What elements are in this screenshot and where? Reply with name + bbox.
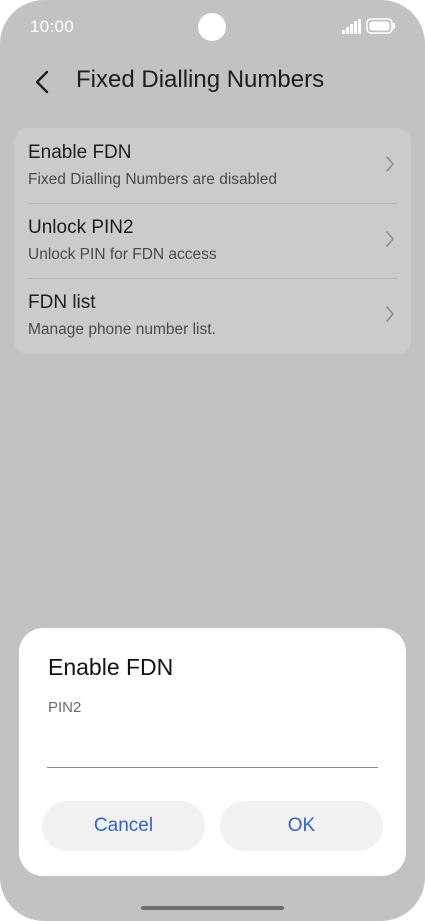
home-indicator[interactable] [141, 906, 284, 910]
pin2-input[interactable] [47, 728, 378, 768]
settings-list: Enable FDN Fixed Dialling Numbers are di… [14, 128, 411, 354]
back-button[interactable] [24, 66, 60, 98]
status-time: 10:00 [30, 17, 75, 36]
item-title: FDN list [28, 292, 96, 313]
camera-cutout [198, 13, 226, 41]
enable-fdn-dialog: Enable FDN PIN2 Cancel OK [19, 628, 406, 876]
back-arrow-icon [35, 70, 49, 94]
chevron-right-icon [386, 306, 394, 322]
app-header: Fixed Dialling Numbers [0, 54, 425, 110]
chevron-right-icon [386, 231, 394, 247]
cancel-button[interactable]: Cancel [42, 801, 205, 851]
ok-button[interactable]: OK [220, 801, 383, 851]
item-subtitle: Unlock PIN for FDN access [28, 246, 217, 263]
chevron-right-icon [386, 156, 394, 172]
signal-icon [342, 19, 361, 34]
list-item-unlock-pin2[interactable]: Unlock PIN2 Unlock PIN for FDN access [14, 203, 411, 278]
battery-icon [366, 18, 396, 34]
page-title: Fixed Dialling Numbers [76, 66, 325, 93]
item-title: Enable FDN [28, 142, 132, 163]
item-title: Unlock PIN2 [28, 217, 134, 238]
item-subtitle: Fixed Dialling Numbers are disabled [28, 171, 277, 188]
list-item-fdn-list[interactable]: FDN list Manage phone number list. [14, 278, 411, 353]
status-bar: 10:00 [0, 0, 425, 54]
dialog-title: Enable FDN [48, 654, 174, 680]
item-subtitle: Manage phone number list. [28, 321, 216, 338]
phone-screen: 10:00 Fixed Dialling Numbers Enable FDN … [0, 0, 425, 921]
pin2-label: PIN2 [48, 699, 82, 716]
list-item-enable-fdn[interactable]: Enable FDN Fixed Dialling Numbers are di… [14, 128, 411, 203]
